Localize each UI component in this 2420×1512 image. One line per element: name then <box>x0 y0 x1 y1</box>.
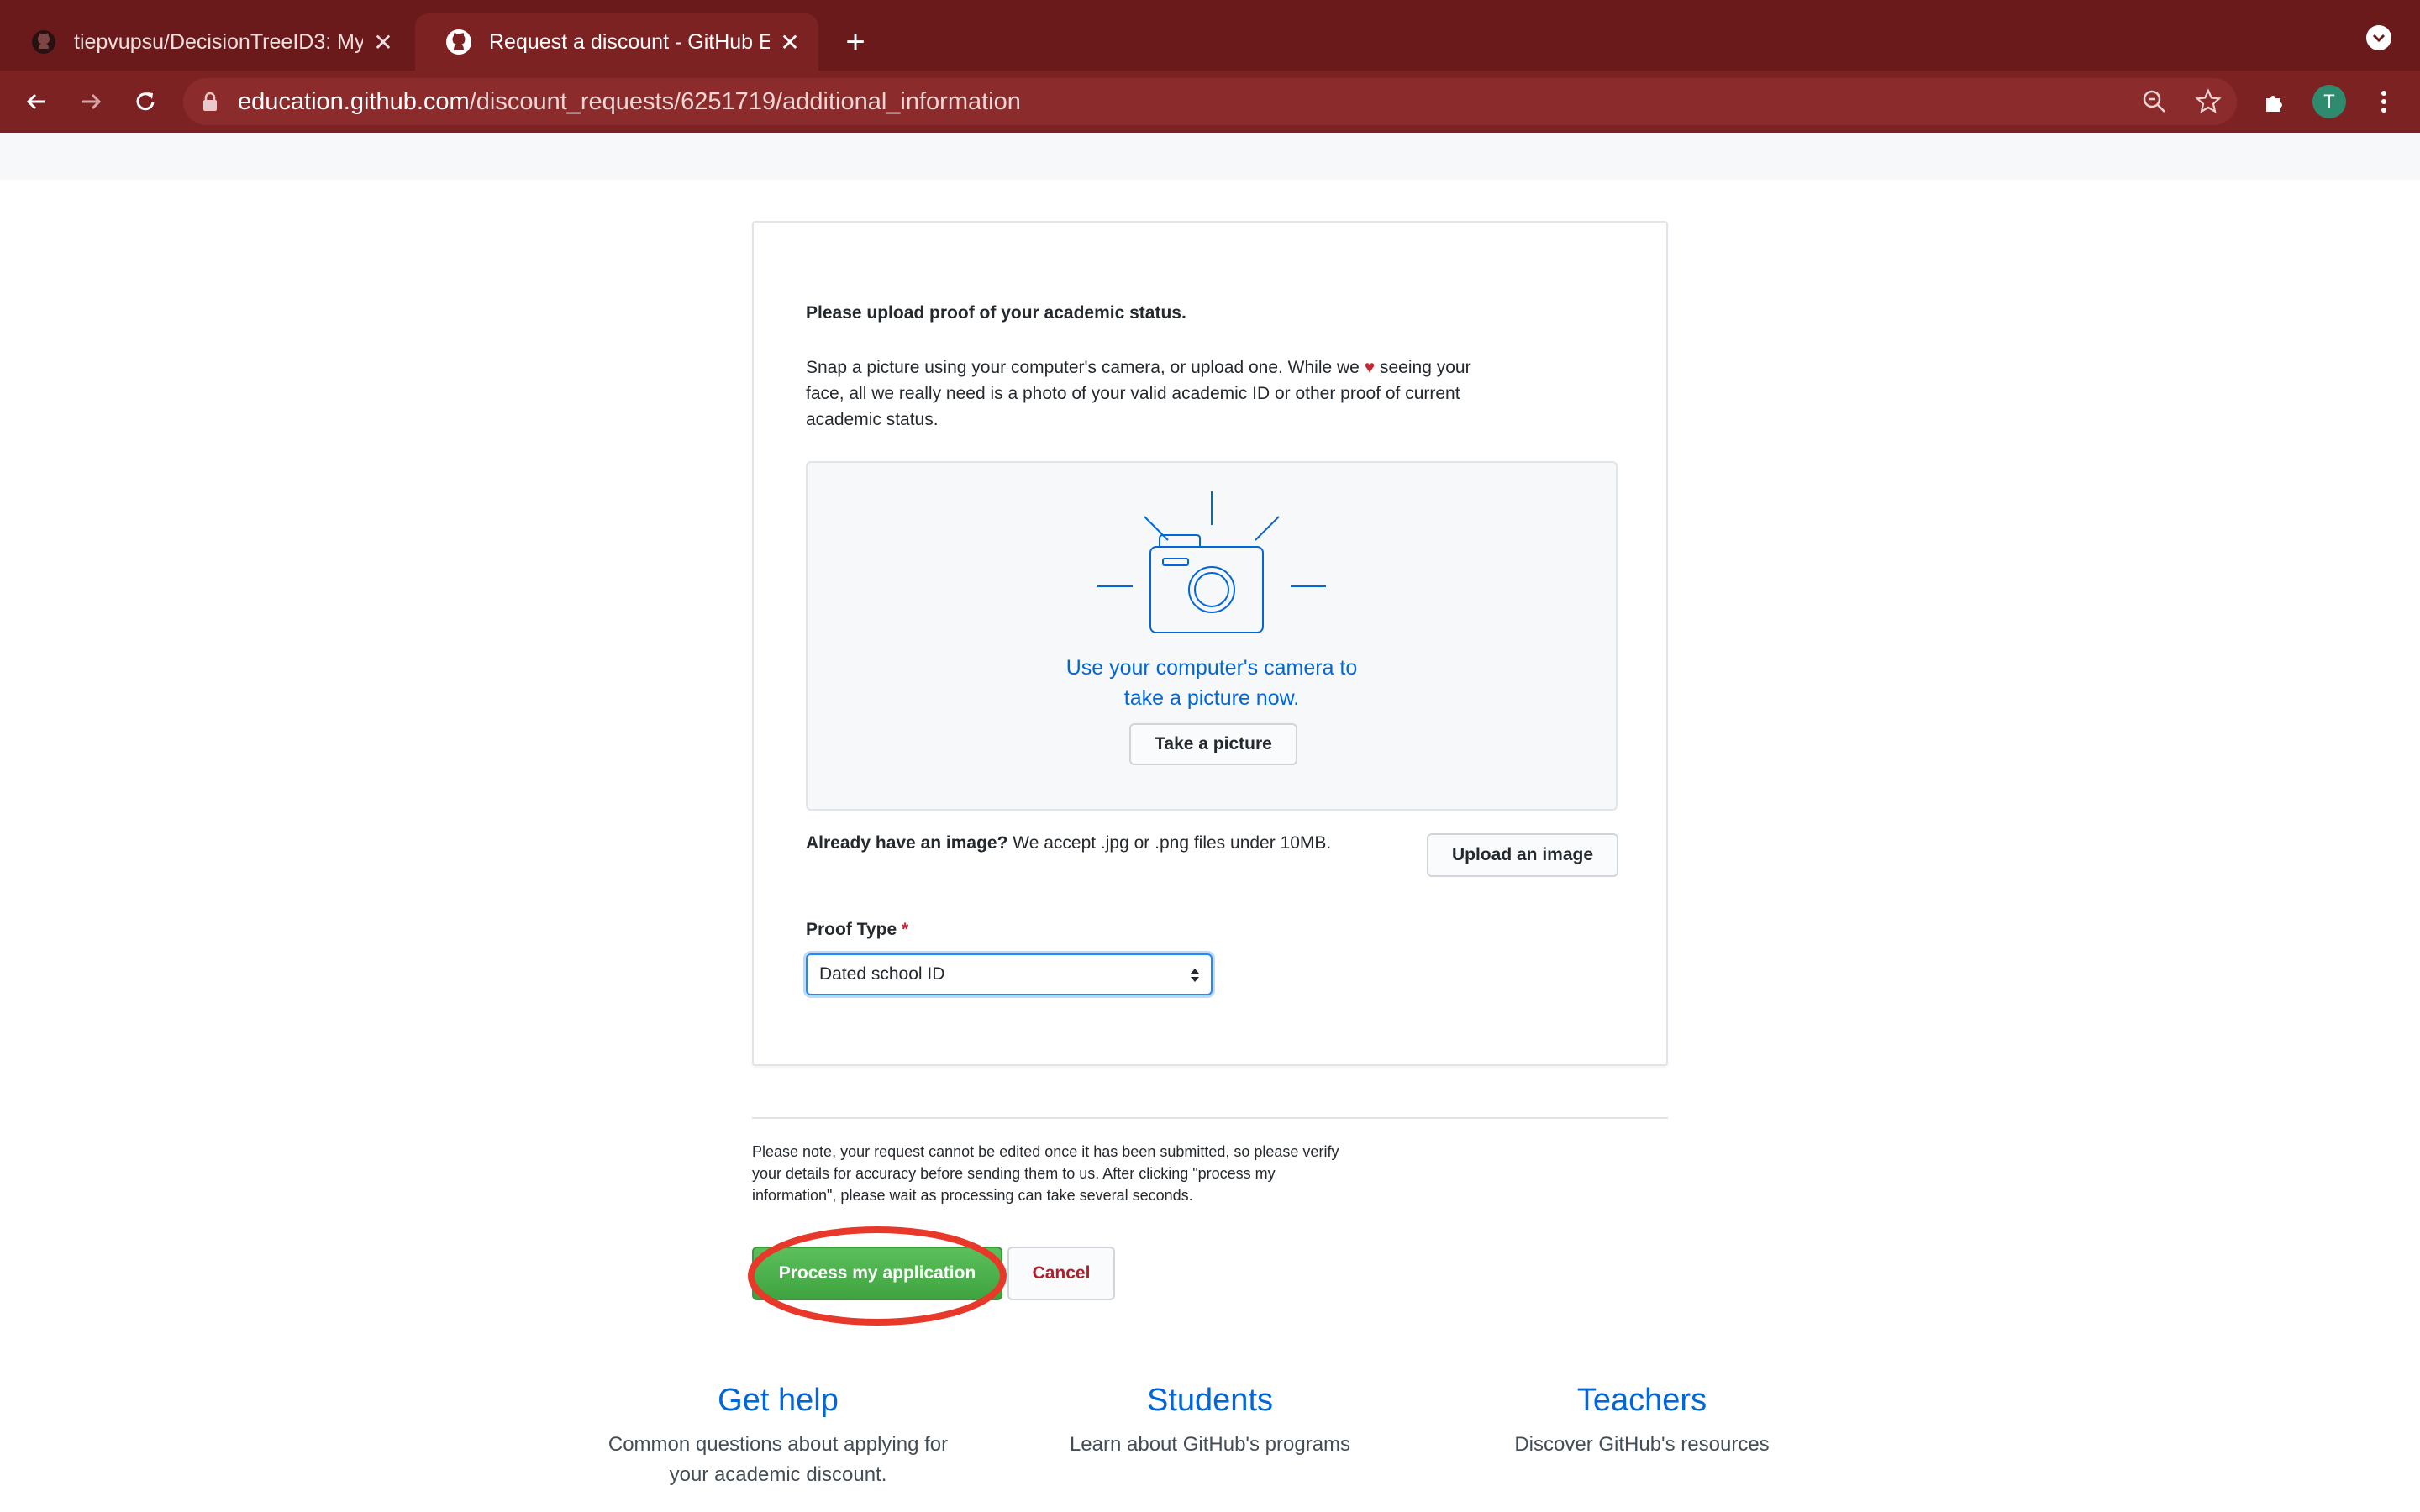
tab-close-icon[interactable]: ✕ <box>371 29 395 56</box>
browser-toolbar: education.github.com/discount_requests/6… <box>0 71 2420 133</box>
github-icon <box>446 29 471 55</box>
lock-icon[interactable] <box>202 92 218 112</box>
footer-students-link[interactable]: Students <box>1008 1378 1412 1423</box>
profile-avatar[interactable]: T <box>2308 81 2350 123</box>
tab-search-icon[interactable] <box>2366 25 2391 50</box>
footer-get-help-link[interactable]: Get help <box>576 1378 980 1423</box>
camera-prompt[interactable]: Use your computer's camera to take a pic… <box>808 653 1616 713</box>
tab-request-discount[interactable]: Request a discount - GitHub Ed ✕ <box>415 13 818 71</box>
back-icon[interactable] <box>15 81 57 123</box>
tab-decision-tree[interactable]: tiepvupsu/DecisionTreeID3: My ✕ <box>0 13 412 71</box>
footer-teachers-text: Discover GitHub's resources <box>1514 1433 1770 1456</box>
heart-icon: ♥ <box>1364 358 1376 377</box>
upload-image-button[interactable]: Upload an image <box>1427 833 1618 877</box>
submission-note: Please note, your request cannot be edit… <box>752 1143 1339 1204</box>
footer-students: Students Learn about GitHub's programs <box>1008 1378 1412 1460</box>
take-picture-button[interactable]: Take a picture <box>1129 723 1297 765</box>
card-heading: Please upload proof of your academic sta… <box>806 303 1186 323</box>
camera-capture-area: Use your computer's camera to take a pic… <box>806 461 1618 811</box>
url-text: education.github.com/discount_requests/6… <box>238 88 1021 115</box>
footer-teachers: Teachers Discover GitHub's resources <box>1440 1378 1844 1460</box>
kebab-menu-icon[interactable] <box>2363 81 2405 123</box>
forward-icon[interactable] <box>71 81 113 123</box>
proof-type-label: Proof Type * <box>806 920 909 939</box>
star-icon[interactable] <box>2195 88 2222 115</box>
footer-students-text: Learn about GitHub's programs <box>1069 1433 1351 1456</box>
address-bar[interactable]: education.github.com/discount_requests/6… <box>183 78 2237 125</box>
camera-icon <box>1097 491 1326 633</box>
footer-teachers-link[interactable]: Teachers <box>1440 1378 1844 1423</box>
select-arrows-icon <box>1191 969 1199 982</box>
tab-title: Request a discount - GitHub Ed <box>489 29 770 54</box>
tab-title: tiepvupsu/DecisionTreeID3: My <box>74 29 363 54</box>
cancel-button[interactable]: Cancel <box>1007 1247 1115 1300</box>
zoom-icon[interactable] <box>2141 88 2168 115</box>
upload-proof-card: Please upload proof of your academic sta… <box>752 221 1668 1066</box>
card-description: Snap a picture using your computer's cam… <box>806 358 1471 429</box>
extensions-icon[interactable] <box>2254 81 2296 123</box>
browser-tab-bar: tiepvupsu/DecisionTreeID3: My ✕ Request … <box>0 0 2420 71</box>
highlight-ring <box>748 1226 1007 1326</box>
upload-hint: Already have an image? We accept .jpg or… <box>806 833 1332 853</box>
proof-type-select[interactable]: Dated school ID <box>806 953 1213 995</box>
page-header-band <box>0 133 2420 180</box>
required-mark: * <box>901 920 909 939</box>
footer-get-help-text: Common questions about applying for your… <box>608 1433 949 1486</box>
new-tab-button[interactable]: + <box>837 18 874 66</box>
section-divider <box>752 1117 1668 1119</box>
reload-icon[interactable] <box>124 81 166 123</box>
github-icon <box>32 30 55 54</box>
tab-close-icon[interactable]: ✕ <box>778 29 802 56</box>
footer-get-help: Get help Common questions about applying… <box>576 1378 980 1490</box>
